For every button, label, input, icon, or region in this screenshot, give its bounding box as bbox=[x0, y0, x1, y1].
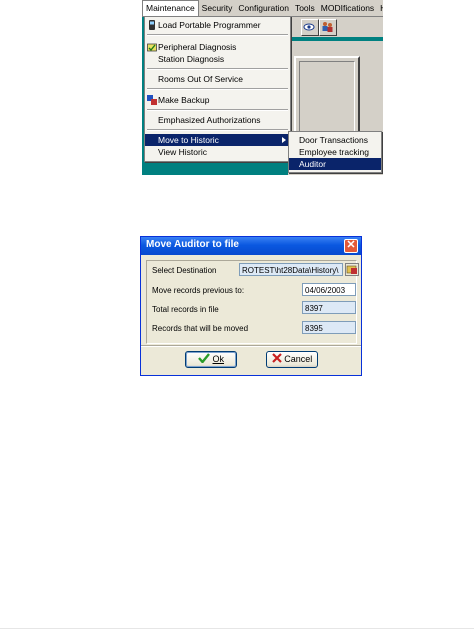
dialog-titlebar[interactable]: Move Auditor to file ✕ bbox=[141, 237, 361, 255]
submenu-item-employee-tracking[interactable]: Employee tracking bbox=[289, 146, 381, 158]
menu-item-load-portable-programmer[interactable]: Load Portable Programmer bbox=[145, 19, 290, 31]
menu-item-view-historic[interactable]: View Historic bbox=[145, 146, 290, 158]
menu-item-label: Make Backup bbox=[158, 95, 210, 105]
menu-item-rooms-out-of-service[interactable]: Rooms Out Of Service bbox=[145, 73, 290, 85]
submenu-item-label: Auditor bbox=[299, 159, 326, 169]
submenu-arrow-icon bbox=[282, 137, 286, 143]
toolbar-button-people[interactable] bbox=[319, 19, 337, 36]
total-records-label: Total records in file bbox=[152, 305, 219, 314]
portable-programmer-icon bbox=[149, 20, 155, 30]
menu-tools[interactable]: Tools bbox=[292, 0, 318, 16]
move-before-date-field[interactable]: 04/06/2003 bbox=[302, 283, 356, 296]
close-icon: ✕ bbox=[346, 239, 356, 251]
menu-item-label: Rooms Out Of Service bbox=[158, 74, 244, 84]
total-records-field: 8397 bbox=[302, 301, 356, 314]
move-auditor-dialog: Move Auditor to file ✕ Select Destinatio… bbox=[140, 236, 362, 376]
menu-item-label: View Historic bbox=[158, 147, 207, 157]
browse-destination-button[interactable] bbox=[345, 263, 359, 276]
folder-browse-icon bbox=[346, 265, 357, 274]
move-before-label: Move records previous to: bbox=[152, 286, 245, 295]
menu-item-make-backup[interactable]: Make Backup bbox=[145, 94, 290, 106]
checkmark-icon bbox=[198, 353, 210, 364]
menu-item-emphasized-authorizations[interactable]: Emphasized Authorizations bbox=[145, 114, 290, 126]
menu-security[interactable]: Security bbox=[199, 0, 236, 16]
submenu-item-label: Employee tracking bbox=[299, 147, 369, 157]
menu-item-label: Load Portable Programmer bbox=[158, 20, 261, 30]
close-button[interactable]: ✕ bbox=[344, 239, 358, 253]
menu-item-station-diagnosis[interactable]: Station Diagnosis bbox=[145, 53, 290, 65]
menu-item-peripheral-diagnosis[interactable]: Peripheral Diagnosis bbox=[145, 41, 290, 53]
people-icon bbox=[322, 22, 333, 32]
eye-icon bbox=[303, 23, 315, 31]
records-moved-label: Records that will be moved bbox=[152, 324, 249, 333]
menu-separator bbox=[147, 34, 288, 36]
backup-icon bbox=[147, 95, 157, 105]
x-icon bbox=[271, 353, 282, 363]
menu-modifications[interactable]: MODIfications bbox=[318, 0, 377, 16]
ok-label: Ok bbox=[212, 354, 225, 364]
destination-label: Select Destination bbox=[152, 266, 217, 275]
menu-item-label: Emphasized Authorizations bbox=[158, 115, 261, 125]
cancel-button[interactable]: Cancel bbox=[266, 351, 318, 368]
page-footer-rule bbox=[0, 628, 474, 629]
move-to-historic-submenu: Door Transactions Employee tracking Audi… bbox=[288, 131, 382, 173]
menu-separator bbox=[147, 88, 288, 90]
submenu-item-door-transactions[interactable]: Door Transactions bbox=[289, 134, 381, 146]
ok-button[interactable]: Ok bbox=[185, 351, 237, 368]
menu-configuration[interactable]: Configuration bbox=[235, 0, 292, 16]
menu-item-label: Move to Historic bbox=[158, 135, 219, 145]
dialog-title: Move Auditor to file bbox=[146, 239, 239, 250]
menu-maintenance[interactable]: Maintenance bbox=[142, 0, 199, 16]
dialog-fields-panel: Select Destination ROTEST\ht28Data\Histo… bbox=[146, 260, 359, 344]
destination-field[interactable]: ROTEST\ht28Data\History\ bbox=[239, 263, 343, 276]
dialog-separator bbox=[141, 345, 361, 347]
menu-screenshot: Maintenance Security Configuration Tools… bbox=[142, 0, 383, 175]
submenu-item-label: Door Transactions bbox=[299, 135, 368, 145]
menu-separator bbox=[147, 129, 288, 131]
maintenance-dropdown: Load Portable Programmer Peripheral Diag… bbox=[144, 16, 291, 162]
diagnosis-icon bbox=[147, 43, 157, 52]
cancel-label: Cancel bbox=[284, 354, 313, 364]
menu-separator bbox=[147, 109, 288, 111]
submenu-item-auditor[interactable]: Auditor bbox=[289, 158, 381, 170]
menu-separator bbox=[147, 68, 288, 70]
records-moved-field: 8395 bbox=[302, 321, 356, 334]
menu-item-move-to-historic[interactable]: Move to Historic bbox=[145, 134, 290, 146]
menu-item-label: Peripheral Diagnosis bbox=[158, 42, 237, 52]
menu-bar: Maintenance Security Configuration Tools… bbox=[142, 0, 383, 17]
menu-item-label: Station Diagnosis bbox=[158, 54, 225, 64]
workspace-divider bbox=[288, 37, 383, 41]
toolbar-button-view[interactable] bbox=[301, 19, 319, 36]
menu-help[interactable]: H bbox=[377, 0, 383, 16]
